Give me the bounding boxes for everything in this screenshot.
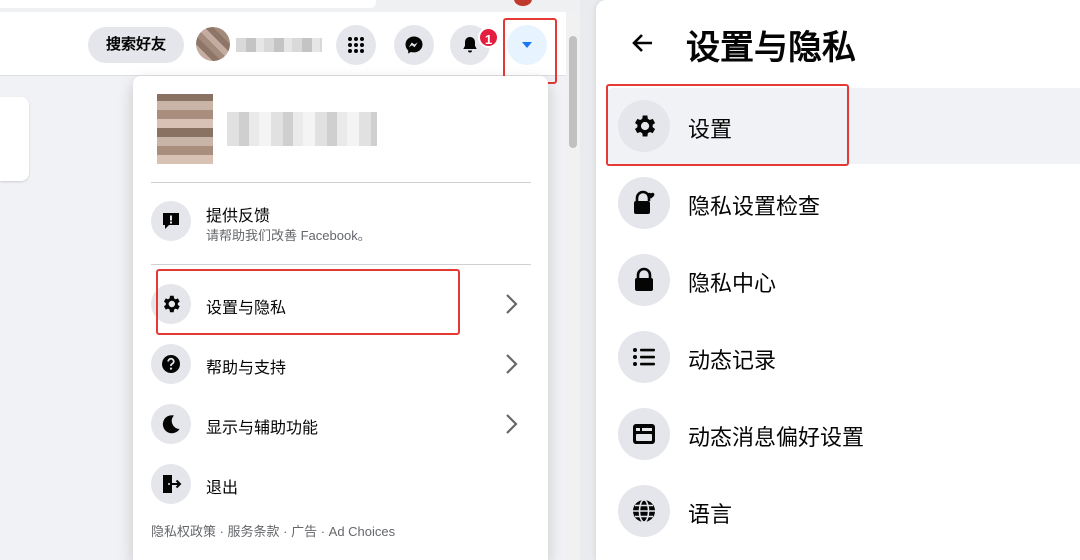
divider xyxy=(151,182,531,183)
profile-name-blurred[interactable] xyxy=(236,38,322,52)
logout-icon xyxy=(163,475,182,493)
menu-item-display-accessibility[interactable]: 显示与辅助功能 xyxy=(149,397,533,451)
lock-icon xyxy=(635,267,653,291)
notification-badge: 1 xyxy=(478,27,499,48)
messenger-button[interactable] xyxy=(394,25,434,65)
page-title: 设置与隐私 xyxy=(686,29,856,67)
top-navigation-bar: 搜索好友 1 xyxy=(0,12,566,76)
logout-icon-wrap xyxy=(151,464,191,504)
left-screenshot: 搜索好友 1 提供反馈 请帮助我们改善 Facebook。 设置与隐私 帮助与支… xyxy=(0,0,580,560)
news-feed-icon-wrap xyxy=(618,408,670,460)
news-feed-preferences-label: 动态消息偏好设置 xyxy=(688,425,865,450)
right-screenshot: 设置与隐私 设置 隐私设置检查 隐私中心 动态记录 动态消息偏好设置 语言 xyxy=(596,0,1080,560)
privacy-center-label: 隐私中心 xyxy=(688,271,777,296)
list-icon xyxy=(633,348,655,366)
privacy-center-item[interactable]: 隐私中心 xyxy=(606,242,1080,318)
menu-item-help-support[interactable]: 帮助与支持 xyxy=(149,337,533,391)
feedback-icon-wrap xyxy=(151,201,191,241)
language-label: 语言 xyxy=(688,502,733,527)
browser-profile-dot xyxy=(514,0,532,6)
avatar[interactable] xyxy=(196,27,230,61)
privacy-checkup-label: 隐私设置检查 xyxy=(688,194,821,219)
menu-item-label: 显示与辅助功能 xyxy=(206,420,319,437)
lock-heart-icon-wrap xyxy=(618,177,670,229)
search-friends-button[interactable]: 搜索好友 xyxy=(88,27,184,63)
globe-icon xyxy=(633,499,655,523)
news-feed-preferences-item[interactable]: 动态消息偏好设置 xyxy=(606,396,1080,472)
menu-item-label: 帮助与支持 xyxy=(206,360,287,377)
chevron-right-icon xyxy=(506,354,518,374)
list-icon-wrap xyxy=(618,331,670,383)
divider xyxy=(151,264,531,265)
scrollbar-thumb[interactable] xyxy=(569,36,577,148)
activity-log-item[interactable]: 动态记录 xyxy=(606,319,1080,395)
activity-log-label: 动态记录 xyxy=(688,348,777,373)
highlight-box-settings-privacy xyxy=(156,269,460,335)
question-icon-wrap xyxy=(151,344,191,384)
chevron-right-icon xyxy=(506,294,518,314)
browser-tab xyxy=(0,0,376,8)
globe-icon-wrap xyxy=(618,485,670,537)
moon-icon-wrap xyxy=(151,404,191,444)
back-arrow-icon[interactable] xyxy=(628,28,658,58)
browser-tab-strip xyxy=(0,0,580,12)
profile-avatar-blurred[interactable] xyxy=(157,94,213,164)
give-feedback-item[interactable]: 提供反馈 请帮助我们改善 Facebook。 xyxy=(149,194,533,248)
footer-links[interactable]: 隐私权政策 · 服务条款 · 广告 · Ad Choices xyxy=(151,521,395,540)
question-icon xyxy=(162,355,180,373)
moon-icon xyxy=(162,415,180,434)
language-item[interactable]: 语言 xyxy=(606,473,1080,549)
privacy-checkup-item[interactable]: 隐私设置检查 xyxy=(606,165,1080,241)
lock-heart-icon xyxy=(634,190,655,214)
menu-grid-button[interactable] xyxy=(336,25,376,65)
menu-item-logout[interactable]: 退出 xyxy=(149,457,533,511)
profile-name-blurred[interactable] xyxy=(227,112,377,146)
news-feed-icon xyxy=(633,424,655,444)
menu-item-label: 退出 xyxy=(206,480,239,497)
scrollbar[interactable] xyxy=(566,12,580,560)
chevron-right-icon xyxy=(506,414,518,434)
feedback-subtitle: 请帮助我们改善 Facebook。 xyxy=(206,228,371,243)
highlight-box-settings xyxy=(606,84,849,166)
feedback-title: 提供反馈 xyxy=(206,208,271,225)
lock-icon-wrap xyxy=(618,254,670,306)
bell-icon xyxy=(463,37,477,53)
feedback-icon xyxy=(163,213,179,229)
messenger-icon xyxy=(405,36,423,54)
grid-icon xyxy=(348,37,364,53)
background-card xyxy=(0,97,29,181)
highlight-box-account-menu xyxy=(503,18,557,84)
